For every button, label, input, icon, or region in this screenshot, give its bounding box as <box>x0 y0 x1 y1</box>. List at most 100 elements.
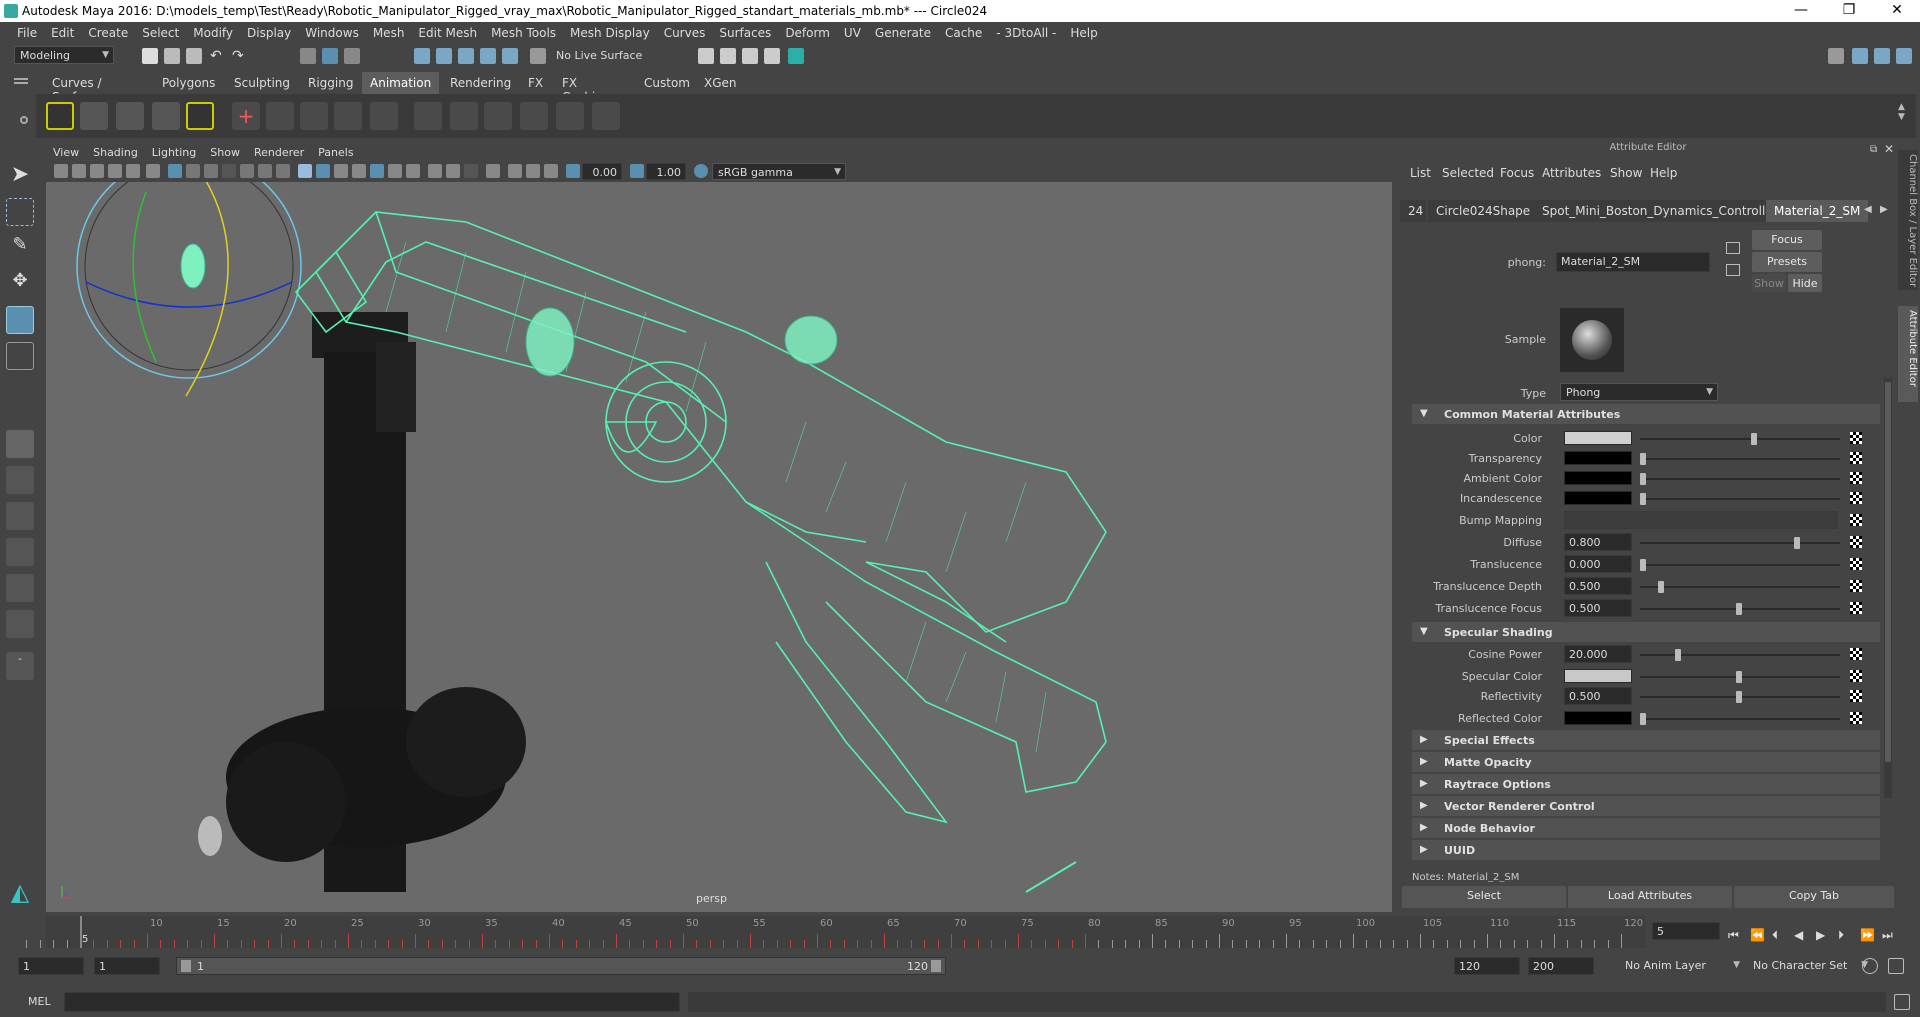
parent-constraint-icon[interactable] <box>414 102 442 130</box>
diffuse-slider-handle[interactable] <box>1794 537 1800 549</box>
shelf-tab-sculpting[interactable]: Sculpting <box>226 72 299 94</box>
section-common-material[interactable]: ▼ Common Material Attributes <box>1412 404 1880 424</box>
shelf-tab-rendering[interactable]: Rendering <box>442 72 520 94</box>
ambient-occlusion-icon[interactable] <box>428 164 442 178</box>
hypershade-layout-icon[interactable] <box>6 610 34 638</box>
current-frame-field[interactable]: 5 <box>1652 922 1720 940</box>
character-set-dropdown[interactable]: No Character Set ▼ <box>1748 957 1872 975</box>
ipr-render-icon[interactable] <box>742 48 758 64</box>
single-perspective-layout-icon[interactable] <box>6 430 34 458</box>
attribute-editor-side-tab[interactable]: Attribute Editor <box>1898 306 1918 402</box>
range-end-handle[interactable] <box>931 960 941 972</box>
section-node-behavior[interactable]: ▶ Node Behavior <box>1412 818 1880 838</box>
translucence-map-icon[interactable] <box>1850 558 1862 570</box>
grid-icon[interactable] <box>168 164 182 178</box>
output-connections-icon[interactable] <box>1726 264 1740 276</box>
resolution-gate-icon[interactable] <box>204 164 218 178</box>
menuset-dropdown[interactable]: Modeling ▼ <box>14 46 114 64</box>
float-panel-icon[interactable]: ⧉ <box>1870 144 1877 155</box>
scene-start-field[interactable]: 1 <box>18 957 84 975</box>
redo-icon[interactable]: ↷ <box>232 48 248 64</box>
specular-color-map-icon[interactable] <box>1850 670 1862 682</box>
custom-layout-icon[interactable]: - <box>6 652 34 680</box>
translucence-depth-map-icon[interactable] <box>1850 580 1862 592</box>
shelf-tab-xgen[interactable]: XGen <box>696 72 745 94</box>
script-editor-icon[interactable] <box>1894 994 1910 1010</box>
select-component-icon[interactable] <box>344 48 360 64</box>
create-joint-icon[interactable]: + <box>232 102 260 130</box>
section-raytrace-options[interactable]: ▶ Raytrace Options <box>1412 774 1880 794</box>
command-input[interactable] <box>64 992 680 1012</box>
transparency-swatch[interactable] <box>1564 451 1632 465</box>
close-panel-icon[interactable]: ✕ <box>1884 142 1894 156</box>
shadows-icon[interactable] <box>406 164 420 178</box>
reflected-color-swatch[interactable] <box>1564 711 1632 725</box>
four-view-layout-icon[interactable] <box>6 466 34 494</box>
lasso-tool-icon[interactable] <box>6 198 34 226</box>
menu-uv[interactable]: UV <box>837 22 868 44</box>
rotate-tool-icon[interactable] <box>6 306 34 334</box>
time-slider[interactable]: 10 15 20 25 30 35 40 45 50 55 60 65 70 75 80 85 90 95 100 1… <box>26 916 1646 948</box>
pole-vector-icon[interactable] <box>592 102 620 130</box>
color-slider-handle[interactable] <box>1751 433 1757 445</box>
menu-modify[interactable]: Modify <box>186 22 240 44</box>
range-slider[interactable]: 1 120 <box>176 957 946 975</box>
ae-scrollbar-thumb[interactable] <box>1885 382 1891 762</box>
ae-menu-list[interactable]: List <box>1410 166 1431 180</box>
bump-map-icon[interactable] <box>1850 514 1862 526</box>
safe-action-icon[interactable] <box>258 164 272 178</box>
smooth-shade-icon[interactable] <box>316 164 330 178</box>
menu-edit[interactable]: Edit <box>44 22 81 44</box>
new-scene-icon[interactable] <box>142 48 158 64</box>
orient-constraint-icon[interactable] <box>484 102 512 130</box>
menu-mesh-display[interactable]: Mesh Display <box>563 22 657 44</box>
reflected-color-map-icon[interactable] <box>1850 712 1862 724</box>
color-slider[interactable] <box>1640 438 1840 440</box>
section-specular-shading[interactable]: ▼ Specular Shading <box>1412 622 1880 642</box>
select-hierarchy-icon[interactable] <box>300 48 316 64</box>
translucence-slider-handle[interactable] <box>1640 559 1646 571</box>
persp-uv-layout-icon[interactable] <box>6 574 34 602</box>
ik-spline-icon[interactable] <box>300 102 328 130</box>
motion-blur-icon[interactable] <box>446 164 460 178</box>
reflectivity-map-icon[interactable] <box>1850 690 1862 702</box>
close-button[interactable]: ✕ <box>1874 0 1920 22</box>
snap-view-icon[interactable] <box>480 48 496 64</box>
reflectivity-slider-handle[interactable] <box>1736 691 1742 703</box>
shelf-scroll-icon[interactable]: ▲ ▼ <box>1898 102 1905 122</box>
focus-button[interactable]: Focus <box>1752 230 1822 250</box>
snap-point-icon[interactable] <box>458 48 474 64</box>
range-start-handle[interactable] <box>181 960 191 972</box>
copy-tab-button[interactable]: Copy Tab <box>1734 886 1894 908</box>
input-connections-icon[interactable] <box>1726 242 1740 254</box>
select-tool-icon[interactable]: ➤ <box>6 162 34 190</box>
maya-home-icon[interactable]: ◭ <box>6 878 34 906</box>
menu-deform[interactable]: Deform <box>778 22 837 44</box>
playblast-icon[interactable] <box>46 102 74 130</box>
gamma-field[interactable]: 1.00 <box>646 163 686 180</box>
bind-skin-icon[interactable] <box>334 102 362 130</box>
shelf-tab-curves-surfaces[interactable]: Curves / Surfaces <box>44 72 112 104</box>
ae-menu-focus[interactable]: Focus <box>1500 166 1534 180</box>
diffuse-slider[interactable] <box>1640 542 1840 544</box>
graph-editor-icon[interactable] <box>80 102 108 130</box>
color-map-icon[interactable] <box>1850 432 1862 444</box>
diffuse-field[interactable]: 0.800 <box>1564 533 1632 551</box>
translucence-focus-slider-handle[interactable] <box>1736 603 1742 615</box>
snap-grid-icon[interactable] <box>414 48 430 64</box>
save-scene-icon[interactable] <box>186 48 202 64</box>
dope-sheet-icon[interactable] <box>116 102 144 130</box>
viewport-menu-lighting[interactable]: Lighting <box>145 142 203 163</box>
scale-constraint-icon[interactable] <box>520 102 548 130</box>
shelf-tab-polygons[interactable]: Polygons <box>154 72 224 94</box>
menu-mesh[interactable]: Mesh <box>366 22 412 44</box>
snap-surface-icon[interactable] <box>502 48 518 64</box>
gate-mask-icon[interactable] <box>222 164 236 178</box>
section-special-effects[interactable]: ▶ Special Effects <box>1412 730 1880 750</box>
gamma-icon[interactable] <box>630 164 644 178</box>
scene-end-field[interactable]: 200 <box>1528 957 1594 975</box>
robot-base-mesh[interactable] <box>198 312 526 892</box>
camera-select-icon[interactable] <box>54 164 68 178</box>
menu-select[interactable]: Select <box>135 22 186 44</box>
toggle-attribute-editor-icon[interactable] <box>1874 48 1890 64</box>
